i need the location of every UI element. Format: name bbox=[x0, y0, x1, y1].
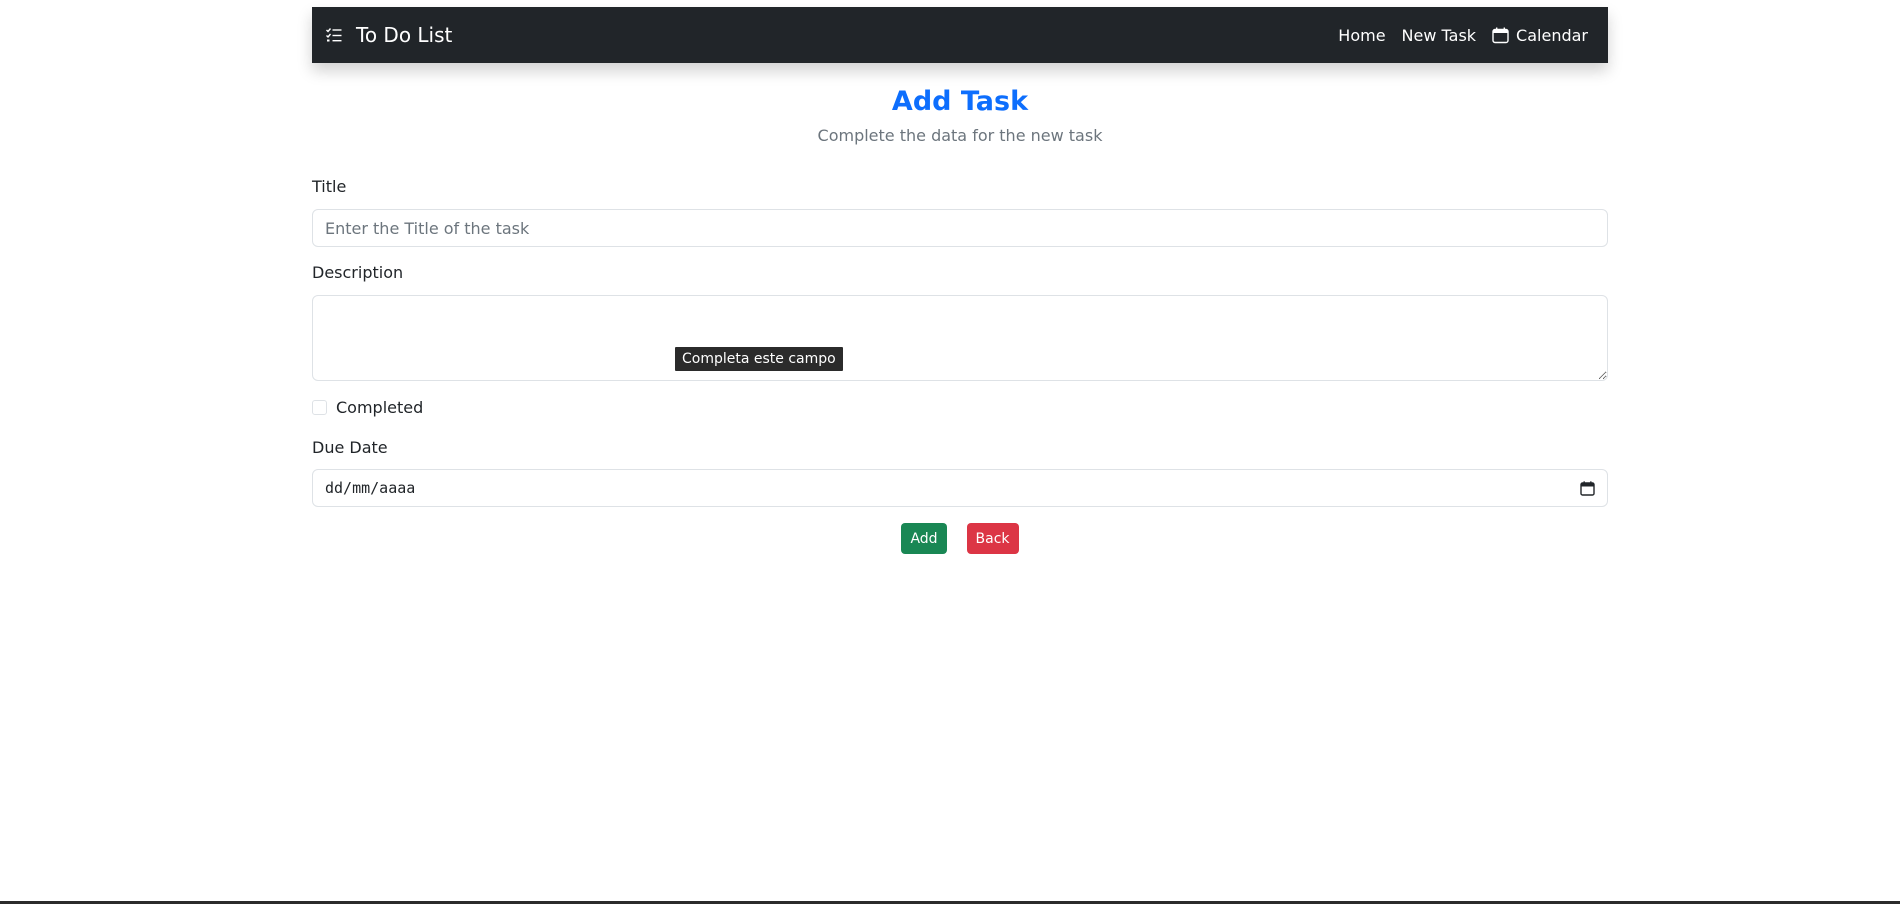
calendar-picker-icon[interactable] bbox=[1580, 480, 1595, 496]
back-button[interactable]: Back bbox=[966, 523, 1019, 554]
page: To Do List Home New Task Calendar Add Ta… bbox=[0, 0, 1900, 904]
page-title: Add Task bbox=[891, 86, 1029, 117]
description-label: Description bbox=[312, 263, 404, 282]
title-input[interactable] bbox=[312, 209, 1608, 247]
page-header: Add Task Complete the data for the new t… bbox=[312, 84, 1608, 146]
nav-new-task-link[interactable]: New Task bbox=[1402, 26, 1477, 45]
validation-tooltip: Completa este campo bbox=[675, 347, 843, 371]
nav-home-link[interactable]: Home bbox=[1338, 26, 1385, 45]
form-buttons: Add Back bbox=[312, 523, 1608, 554]
nav-calendar-link[interactable]: Calendar bbox=[1492, 26, 1588, 45]
nav-links: Home New Task Calendar bbox=[1322, 26, 1588, 45]
list-check-icon bbox=[325, 26, 343, 44]
title-label: Title bbox=[312, 177, 347, 196]
completed-row: Completed bbox=[312, 398, 423, 417]
due-date-input[interactable]: dd/mm/aaaa bbox=[312, 469, 1608, 507]
due-date-value: dd/mm/aaaa bbox=[325, 479, 416, 497]
calendar-icon bbox=[1492, 27, 1509, 44]
completed-label[interactable]: Completed bbox=[336, 398, 423, 417]
navbar: To Do List Home New Task Calendar bbox=[312, 7, 1608, 63]
completed-checkbox[interactable] bbox=[312, 400, 327, 415]
description-textarea[interactable] bbox=[312, 295, 1608, 381]
due-date-label: Due Date bbox=[312, 438, 388, 457]
page-subtitle: Complete the data for the new task bbox=[817, 126, 1103, 145]
navbar-brand[interactable]: To Do List bbox=[325, 23, 452, 47]
nav-calendar-label: Calendar bbox=[1516, 25, 1588, 45]
brand-label: To Do List bbox=[356, 23, 453, 47]
add-button[interactable]: Add bbox=[901, 523, 947, 554]
